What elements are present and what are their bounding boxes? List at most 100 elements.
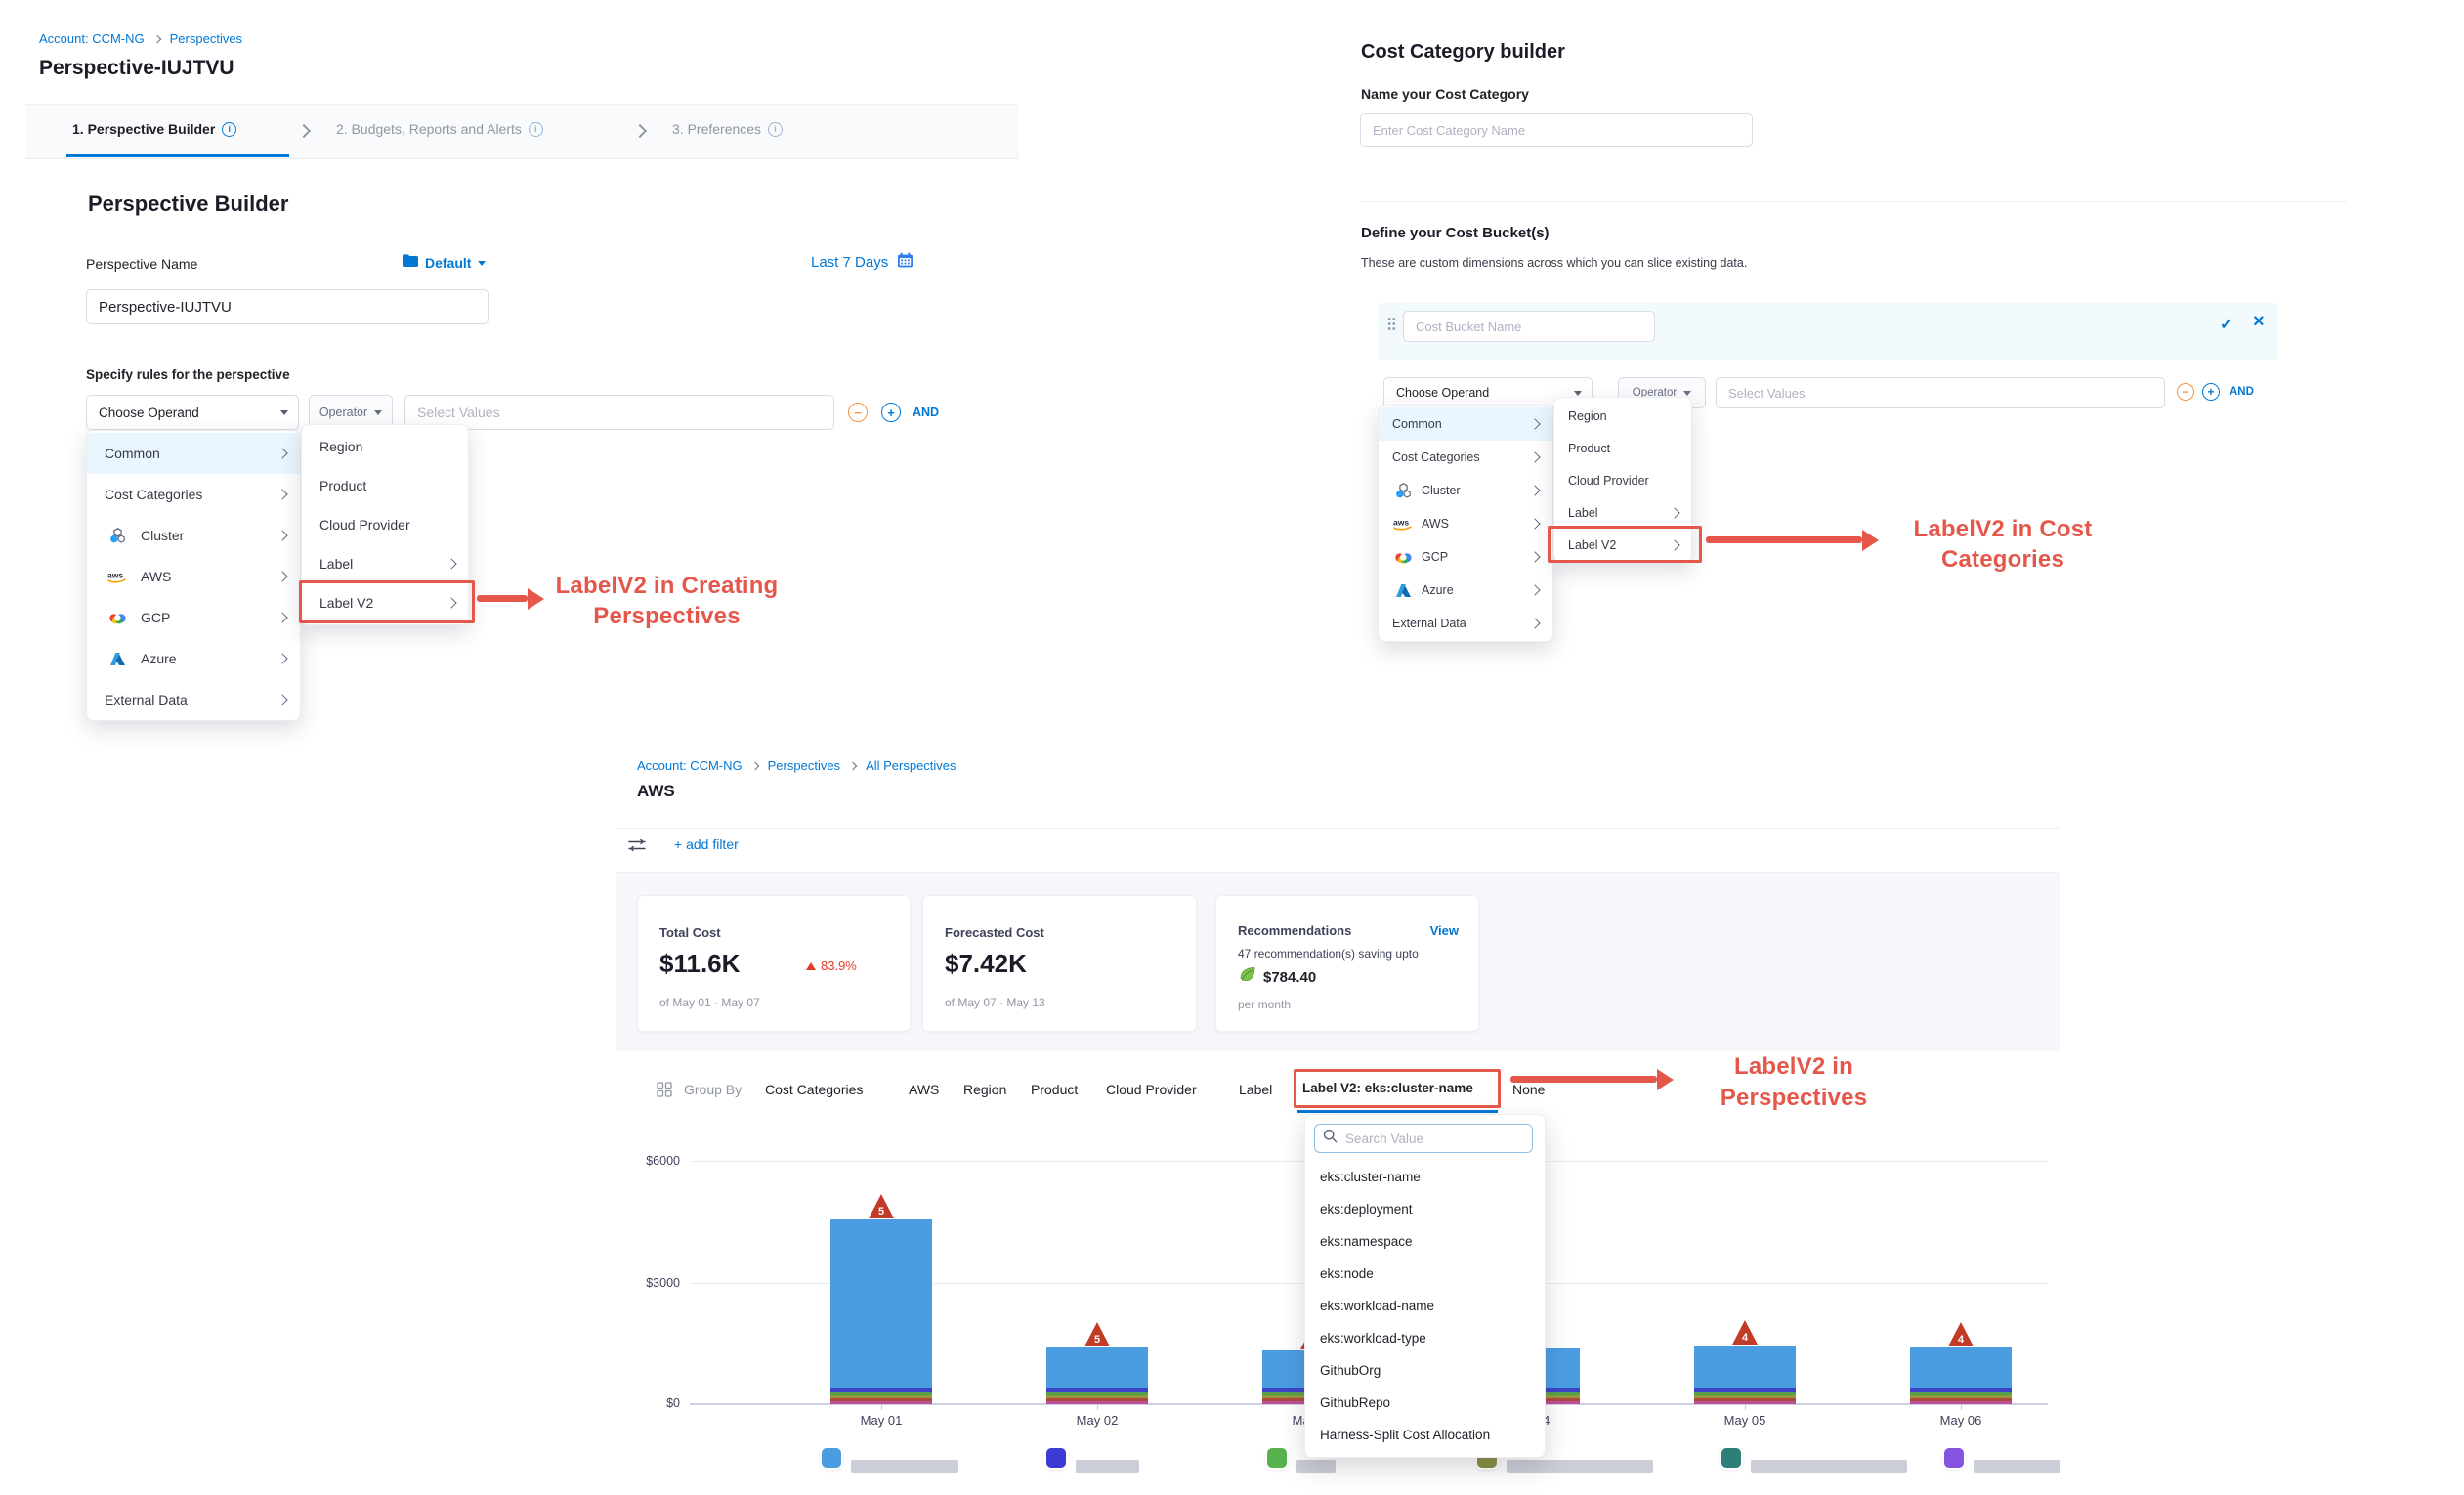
bar-segment	[1046, 1395, 1148, 1398]
group-by-option-none[interactable]: None	[1512, 1082, 1545, 1097]
dropdown-item-githubrepo[interactable]: GithubRepo	[1304, 1387, 1544, 1419]
menu-item-label: Azure	[141, 651, 177, 666]
group-by-option-cloud-provider[interactable]: Cloud Provider	[1106, 1082, 1197, 1097]
submenu-item-cloud-provider[interactable]: Cloud Provider	[302, 505, 468, 544]
submenu-item-product[interactable]: Product	[302, 466, 468, 505]
submenu-item-region[interactable]: Region	[302, 427, 468, 466]
group-by-option-cost-categories[interactable]: Cost Categories	[765, 1082, 863, 1097]
menu-item-cost-categories[interactable]: Cost Categories	[1379, 441, 1552, 474]
submenu-item-label[interactable]: Label	[302, 544, 468, 583]
group-by-option-region[interactable]: Region	[963, 1082, 1006, 1097]
bar-may-02[interactable]	[1046, 1347, 1148, 1404]
cost-category-name-input[interactable]	[1360, 113, 1753, 147]
group-by-option-product[interactable]: Product	[1031, 1082, 1078, 1097]
total-cost-value: $11.6K	[659, 949, 740, 979]
choose-operand-select[interactable]: Choose Operand	[86, 395, 299, 430]
menu-item-external-data[interactable]: External Data	[87, 679, 300, 720]
submenu-item-product[interactable]: Product	[1554, 432, 1691, 464]
bar-may-06[interactable]	[1910, 1347, 2012, 1404]
breadcrumb-account-link[interactable]: Account: CCM-NG	[637, 758, 743, 773]
folder-selector[interactable]: Default	[403, 254, 486, 272]
dropdown-item-eks-cluster-name[interactable]: eks:cluster-name	[1304, 1161, 1544, 1193]
tab-budgets-reports-alerts[interactable]: 2. Budgets, Reports and Alerts i	[336, 121, 543, 137]
menu-item-label: Cluster	[141, 528, 184, 543]
chevron-right-icon	[152, 34, 160, 42]
tab-preferences[interactable]: 3. Preferences i	[672, 121, 783, 137]
menu-item-azure[interactable]: Azure	[1379, 574, 1552, 607]
menu-item-label: Cost Categories	[105, 487, 202, 502]
menu-item-common[interactable]: Common	[87, 433, 300, 474]
perspective-name-input[interactable]	[86, 289, 489, 324]
group-by-option-label[interactable]: Label	[1239, 1082, 1272, 1097]
annotation-text: LabelV2 in Cost Categories	[1886, 514, 2120, 575]
menu-item-common[interactable]: Common	[1379, 407, 1552, 441]
menu-item-gcp[interactable]: GCP	[1379, 540, 1552, 574]
breadcrumb-perspectives-link[interactable]: Perspectives	[768, 758, 840, 773]
breadcrumb-all-perspectives-link[interactable]: All Perspectives	[866, 758, 956, 773]
add-rule-button[interactable]: +	[2202, 383, 2220, 401]
submenu-item-label[interactable]: Label	[1554, 496, 1691, 529]
azure-icon	[1392, 584, 1414, 597]
close-icon[interactable]: ×	[2253, 311, 2265, 333]
cluster-icon	[1392, 483, 1414, 498]
confirm-icon[interactable]: ✓	[2220, 315, 2232, 334]
chevron-right-icon	[276, 653, 287, 663]
dropdown-item-eks-workload-name[interactable]: eks:workload-name	[1304, 1290, 1544, 1322]
and-label: AND	[913, 406, 939, 419]
date-range-picker[interactable]: Last 7 Days	[811, 252, 913, 273]
select-values-input[interactable]	[1716, 377, 2165, 408]
recommendation-marker[interactable]: 4	[1732, 1320, 1758, 1345]
forecasted-cost-value: $7.42K	[945, 949, 1027, 979]
dropdown-item-eks-namespace[interactable]: eks:namespace	[1304, 1225, 1544, 1258]
legend-label-clipped	[1974, 1460, 2060, 1473]
menu-item-external-data[interactable]: External Data	[1379, 607, 1552, 640]
group-by-selected-labelv2[interactable]: Label V2: eks:cluster-name	[1302, 1081, 1473, 1095]
x-tick	[1961, 1404, 1962, 1410]
submenu-item-cloud-provider[interactable]: Cloud Provider	[1554, 464, 1691, 496]
view-link[interactable]: View	[1430, 923, 1459, 938]
select-values-input[interactable]	[404, 395, 834, 430]
cost-bucket-name-input[interactable]	[1403, 311, 1655, 342]
dropdown-item-eks-deployment[interactable]: eks:deployment	[1304, 1193, 1544, 1225]
legend-chip[interactable]	[1046, 1448, 1066, 1468]
recommendation-marker[interactable]: 5	[869, 1194, 894, 1218]
bar-may-01[interactable]	[830, 1219, 932, 1404]
filter-icon[interactable]	[628, 837, 646, 858]
menu-item-cluster[interactable]: Cluster	[1379, 474, 1552, 507]
legend-chip[interactable]	[1944, 1448, 1964, 1468]
breadcrumb-account-link[interactable]: Account: CCM-NG	[39, 31, 145, 46]
dropdown-item-eks-workload-type[interactable]: eks:workload-type	[1304, 1322, 1544, 1354]
submenu-item-region[interactable]: Region	[1554, 400, 1691, 432]
gcp-icon	[1392, 550, 1414, 564]
menu-item-aws[interactable]: awsAWS	[87, 556, 300, 597]
menu-item-azure[interactable]: Azure	[87, 638, 300, 679]
legend-chip[interactable]	[1267, 1448, 1287, 1468]
bar-may-05[interactable]	[1694, 1346, 1796, 1404]
menu-item-cluster[interactable]: Cluster	[87, 515, 300, 556]
remove-rule-button[interactable]: −	[2177, 383, 2194, 401]
legend-label-clipped	[1076, 1460, 1139, 1473]
add-filter-button[interactable]: + add filter	[674, 836, 739, 852]
recommendation-marker[interactable]: 4	[1948, 1322, 1974, 1346]
submenu-item-label: Label	[319, 556, 353, 572]
menu-item-aws[interactable]: awsAWS	[1379, 507, 1552, 540]
page-title: Perspective-IUJTVU	[39, 57, 234, 80]
menu-item-gcp[interactable]: GCP	[87, 597, 300, 638]
drag-handle-icon[interactable]	[1387, 317, 1396, 331]
breadcrumb-perspectives-link[interactable]: Perspectives	[170, 31, 242, 46]
trend-up-icon	[806, 962, 816, 970]
dropdown-item-githuborg[interactable]: GithubOrg	[1304, 1354, 1544, 1387]
dropdown-item-harness-split-cost-allocation[interactable]: Harness-Split Cost Allocation	[1304, 1419, 1544, 1451]
add-rule-button[interactable]: +	[881, 403, 901, 422]
legend-chip[interactable]	[822, 1448, 841, 1468]
tab-perspective-builder[interactable]: 1. Perspective Builder i	[72, 121, 236, 137]
search-input[interactable]	[1343, 1131, 1513, 1147]
group-by-option-aws[interactable]: AWS	[909, 1082, 939, 1097]
legend-chip[interactable]	[1721, 1448, 1741, 1468]
remove-rule-button[interactable]: −	[848, 403, 868, 422]
dropdown-items: eks:cluster-nameeks:deploymenteks:namesp…	[1304, 1161, 1544, 1451]
search-box[interactable]	[1314, 1124, 1533, 1153]
dropdown-item-eks-node[interactable]: eks:node	[1304, 1258, 1544, 1290]
menu-item-cost-categories[interactable]: Cost Categories	[87, 474, 300, 515]
recommendation-marker[interactable]: 5	[1084, 1322, 1110, 1346]
